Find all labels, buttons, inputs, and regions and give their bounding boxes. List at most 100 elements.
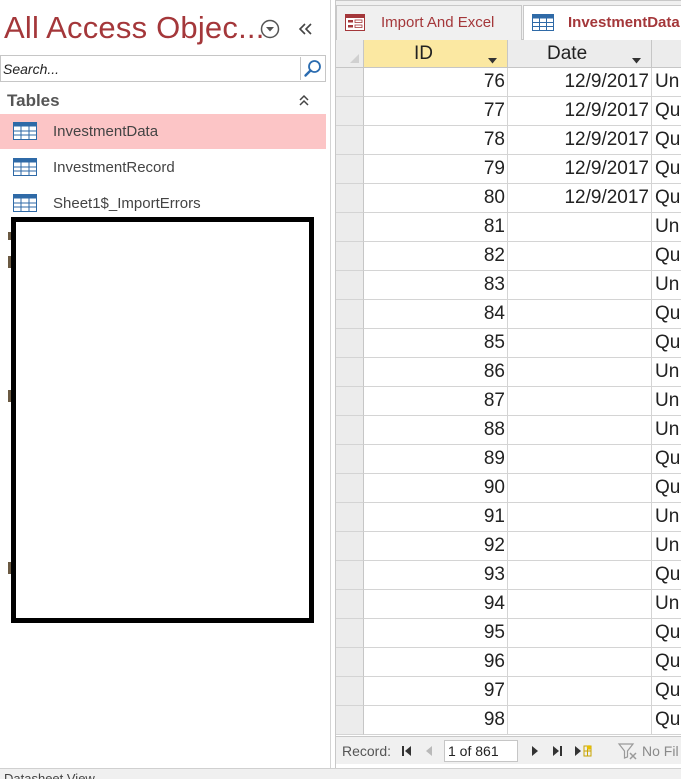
cell-id[interactable]: 76	[364, 68, 508, 97]
cell-date[interactable]	[508, 358, 652, 387]
table-row[interactable]: 78 12/9/2017 Qu	[336, 126, 681, 155]
row-selector[interactable]	[336, 242, 364, 271]
dropdown-arrow-icon[interactable]	[488, 51, 497, 64]
navigation-pane-title[interactable]: All Access Objec...	[4, 10, 265, 46]
cell-date[interactable]	[508, 213, 652, 242]
cell-type[interactable]: Qu	[652, 242, 681, 271]
cell-type[interactable]: Un	[652, 271, 681, 300]
row-selector[interactable]	[336, 445, 364, 474]
cell-type[interactable]: Un	[652, 590, 681, 619]
table-row[interactable]: 80 12/9/2017 Qu	[336, 184, 681, 213]
first-record-icon[interactable]	[400, 744, 414, 758]
double-chevron-up-icon[interactable]	[297, 93, 311, 109]
table-row[interactable]: 96 Qu	[336, 648, 681, 677]
dropdown-circle-icon[interactable]	[259, 18, 281, 40]
nav-item-sheet1-importerrors[interactable]: Sheet1$_ImportErrors	[0, 186, 326, 221]
cell-type[interactable]: Qu	[652, 97, 681, 126]
row-selector[interactable]	[336, 619, 364, 648]
row-selector[interactable]	[336, 155, 364, 184]
cell-date[interactable]	[508, 619, 652, 648]
double-chevron-left-icon[interactable]	[296, 18, 316, 40]
cell-id[interactable]: 94	[364, 590, 508, 619]
row-selector[interactable]	[336, 329, 364, 358]
cell-date[interactable]	[508, 561, 652, 590]
cell-date[interactable]	[508, 242, 652, 271]
cell-id[interactable]: 79	[364, 155, 508, 184]
row-selector[interactable]	[336, 677, 364, 706]
filter-status-label[interactable]: No Fil	[642, 743, 679, 759]
table-row[interactable]: 97 Qu	[336, 677, 681, 706]
cell-id[interactable]: 77	[364, 97, 508, 126]
nav-item-investmentdata[interactable]: InvestmentData	[0, 114, 326, 149]
cell-date[interactable]: 12/9/2017	[508, 155, 652, 184]
row-selector[interactable]	[336, 213, 364, 242]
row-selector[interactable]	[336, 706, 364, 735]
cell-id[interactable]: 90	[364, 474, 508, 503]
cell-id[interactable]: 80	[364, 184, 508, 213]
row-selector[interactable]	[336, 503, 364, 532]
cell-id[interactable]: 89	[364, 445, 508, 474]
column-header-type[interactable]	[652, 40, 681, 68]
cell-type[interactable]: Qu	[652, 300, 681, 329]
table-row[interactable]: 79 12/9/2017 Qu	[336, 155, 681, 184]
table-row[interactable]: 86 Un	[336, 358, 681, 387]
select-all-button[interactable]	[336, 40, 364, 68]
cell-date[interactable]	[508, 677, 652, 706]
table-row[interactable]: 95 Qu	[336, 619, 681, 648]
last-record-icon[interactable]	[550, 744, 564, 758]
row-selector[interactable]	[336, 648, 364, 677]
table-row[interactable]: 85 Qu	[336, 329, 681, 358]
cell-type[interactable]: Qu	[652, 184, 681, 213]
cell-type[interactable]: Un	[652, 387, 681, 416]
cell-date[interactable]	[508, 329, 652, 358]
cell-type[interactable]: Qu	[652, 561, 681, 590]
nav-item-investmentrecord[interactable]: InvestmentRecord	[0, 150, 326, 185]
cell-id[interactable]: 91	[364, 503, 508, 532]
cell-id[interactable]: 78	[364, 126, 508, 155]
column-header-date[interactable]: Date	[508, 40, 652, 68]
group-header-tables[interactable]: Tables	[0, 88, 326, 114]
cell-type[interactable]: Qu	[652, 706, 681, 735]
table-row[interactable]: 82 Qu	[336, 242, 681, 271]
cell-date[interactable]	[508, 300, 652, 329]
row-selector[interactable]	[336, 97, 364, 126]
cell-type[interactable]: Qu	[652, 126, 681, 155]
table-row[interactable]: 83 Un	[336, 271, 681, 300]
table-row[interactable]: 90 Qu	[336, 474, 681, 503]
cell-id[interactable]: 84	[364, 300, 508, 329]
no-filter-icon[interactable]	[617, 741, 639, 761]
row-selector[interactable]	[336, 387, 364, 416]
cell-date[interactable]	[508, 416, 652, 445]
cell-date[interactable]: 12/9/2017	[508, 184, 652, 213]
table-row[interactable]: 94 Un	[336, 590, 681, 619]
cell-type[interactable]: Qu	[652, 677, 681, 706]
cell-type[interactable]: Un	[652, 532, 681, 561]
cell-type[interactable]: Un	[652, 213, 681, 242]
table-row[interactable]: 93 Qu	[336, 561, 681, 590]
cell-id[interactable]: 98	[364, 706, 508, 735]
row-selector[interactable]	[336, 184, 364, 213]
cell-date[interactable]	[508, 706, 652, 735]
cell-id[interactable]: 96	[364, 648, 508, 677]
cell-id[interactable]: 81	[364, 213, 508, 242]
table-row[interactable]: 98 Qu	[336, 706, 681, 735]
cell-id[interactable]: 95	[364, 619, 508, 648]
cell-type[interactable]: Un	[652, 503, 681, 532]
table-row[interactable]: 84 Qu	[336, 300, 681, 329]
cell-type[interactable]: Qu	[652, 474, 681, 503]
row-selector[interactable]	[336, 416, 364, 445]
table-row[interactable]: 88 Un	[336, 416, 681, 445]
cell-type[interactable]: Qu	[652, 155, 681, 184]
row-selector[interactable]	[336, 474, 364, 503]
cell-type[interactable]: Un	[652, 416, 681, 445]
cell-date[interactable]	[508, 503, 652, 532]
cell-date[interactable]: 12/9/2017	[508, 68, 652, 97]
new-record-icon[interactable]	[573, 744, 593, 758]
column-header-id[interactable]: ID	[364, 40, 508, 68]
cell-id[interactable]: 93	[364, 561, 508, 590]
cell-type[interactable]: Un	[652, 68, 681, 97]
row-selector[interactable]	[336, 68, 364, 97]
dropdown-arrow-icon[interactable]	[632, 51, 641, 64]
cell-date[interactable]	[508, 590, 652, 619]
next-record-icon[interactable]	[528, 744, 542, 758]
